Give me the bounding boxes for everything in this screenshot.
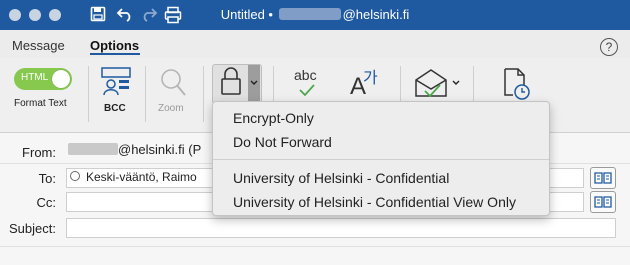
menu-item-uh-confidential-view-only[interactable]: University of Helsinki - Confidential Vi… xyxy=(233,194,516,210)
chevron-down-icon xyxy=(250,80,258,85)
menu-item-encrypt-only[interactable]: Encrypt-Only xyxy=(233,110,314,126)
title-bar: Untitled • @helsinki.fi xyxy=(0,0,630,30)
lock-icon xyxy=(221,67,241,95)
window-title: Untitled • @helsinki.fi xyxy=(0,7,630,22)
hangul-glyph: 가 xyxy=(363,70,378,87)
menu-item-uh-confidential[interactable]: University of Helsinki - Confidential xyxy=(233,170,449,186)
toggle-knob xyxy=(52,70,70,88)
to-recipient-token[interactable]: Keski-vääntö, Raimo xyxy=(70,170,197,184)
clock-document-icon[interactable] xyxy=(501,67,533,101)
zoom-icon[interactable] xyxy=(158,67,188,99)
bcc-label[interactable]: BCC xyxy=(104,103,126,114)
menu-item-do-not-forward[interactable]: Do Not Forward xyxy=(233,134,332,150)
title-prefix: Untitled • xyxy=(220,7,273,22)
to-recipient-name: Keski-vääntö, Raimo xyxy=(86,170,197,184)
presence-icon xyxy=(70,171,80,181)
ribbon-separator xyxy=(203,66,204,122)
spelling-icon[interactable]: abc xyxy=(294,67,317,97)
redacted-from-address xyxy=(68,143,118,155)
ribbon-separator xyxy=(145,66,146,122)
help-button[interactable]: ? xyxy=(600,38,618,56)
tab-message[interactable]: Message xyxy=(12,38,65,53)
toggle-html-label: HTML xyxy=(21,72,49,83)
format-text-toggle[interactable]: HTML xyxy=(14,68,72,90)
zoom-label: Zoom xyxy=(158,103,184,114)
menu-divider xyxy=(213,159,549,160)
envelope-check-icon[interactable] xyxy=(414,68,450,100)
checkmark-icon xyxy=(299,84,315,97)
subject-label: Subject: xyxy=(9,221,56,236)
encrypt-dropdown-menu: Encrypt-Only Do Not Forward University o… xyxy=(212,101,550,216)
cc-address-book-button[interactable] xyxy=(590,191,616,213)
cc-label: Cc: xyxy=(36,195,57,210)
address-book-icon xyxy=(594,196,612,208)
divider xyxy=(0,246,630,247)
active-tab-indicator xyxy=(90,53,140,55)
bcc-icon[interactable] xyxy=(99,66,133,98)
from-label: From: xyxy=(22,145,56,160)
chevron-down-icon[interactable] xyxy=(452,80,460,86)
from-value: @helsinki.fi (P xyxy=(118,142,202,157)
to-label: To: xyxy=(38,171,56,186)
redacted-address xyxy=(278,8,341,20)
ribbon-separator xyxy=(88,66,89,122)
address-book-icon xyxy=(594,172,612,184)
title-suffix: @helsinki.fi xyxy=(342,7,410,22)
format-text-label: Format Text xyxy=(14,98,67,109)
subject-field[interactable] xyxy=(66,218,616,238)
encrypt-dropdown-arrow[interactable] xyxy=(248,65,260,101)
tab-options[interactable]: Options xyxy=(90,38,139,53)
to-address-book-button[interactable] xyxy=(590,167,616,189)
from-field[interactable]: @helsinki.fi (P xyxy=(68,142,201,157)
spelling-glyph: abc xyxy=(294,67,317,83)
